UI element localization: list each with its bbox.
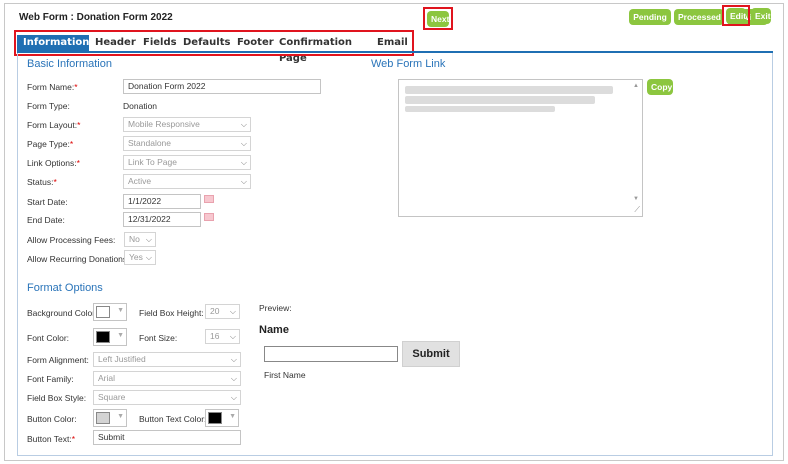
- chevron-down-icon: ⌵: [145, 253, 152, 262]
- chevron-down-icon: ⌵: [240, 158, 247, 167]
- font-color-picker[interactable]: ▼: [93, 328, 127, 346]
- copy-button[interactable]: Copy: [647, 79, 673, 95]
- web-form-editor: Web Form : Donation Form 2022 Next Pendi…: [4, 3, 784, 461]
- button-text-color-label: Button Text Color:: [139, 414, 207, 424]
- caret-down-icon: ▼: [229, 413, 236, 420]
- background-color-picker[interactable]: ▼: [93, 303, 127, 321]
- preview-name-input[interactable]: [264, 346, 398, 362]
- title-bar: Web Form : Donation Form 2022 Next Pendi…: [5, 4, 783, 30]
- chevron-down-icon: ⌵: [229, 307, 236, 316]
- button-text-color-picker[interactable]: ▼: [205, 409, 239, 427]
- pending-button[interactable]: Pending: [629, 9, 671, 25]
- button-color-picker[interactable]: ▼: [93, 409, 127, 427]
- page-title: Web Form : Donation Form 2022: [19, 12, 173, 23]
- web-form-link-textarea[interactable]: ▲ ▼ ⟋: [398, 79, 643, 217]
- processing-fees-label: Allow Processing Fees:: [27, 235, 116, 245]
- font-family-label: Font Family:: [27, 374, 74, 384]
- recurring-donations-select[interactable]: Yes ⌵: [124, 250, 156, 265]
- font-color-label: Font Color:: [27, 333, 70, 343]
- processing-fees-select[interactable]: No ⌵: [124, 232, 156, 247]
- preview-label: Preview:: [259, 303, 292, 313]
- page-type-select[interactable]: Standalone ⌵: [123, 136, 251, 151]
- chevron-down-icon: ⌵: [229, 332, 236, 341]
- end-date-input[interactable]: 12/31/2022: [123, 212, 201, 227]
- edit-highlight: [722, 5, 750, 26]
- exit-button[interactable]: Exit: [751, 8, 771, 24]
- chevron-down-icon: ⌵: [240, 177, 247, 186]
- next-highlight: [423, 7, 453, 30]
- form-name-input[interactable]: Donation Form 2022: [123, 79, 321, 94]
- form-type-label: Form Type:: [27, 101, 70, 111]
- caret-down-icon: ▼: [117, 413, 124, 420]
- processed-button[interactable]: Processed: [674, 9, 724, 25]
- preview-submit-button[interactable]: Submit: [402, 341, 460, 367]
- web-form-link-heading: Web Form Link: [371, 58, 446, 70]
- background-color-swatch: [96, 306, 110, 318]
- resize-handle-icon[interactable]: ⟋: [634, 205, 640, 215]
- form-type-value: Donation: [123, 101, 158, 111]
- chevron-down-icon: ⌵: [145, 235, 152, 244]
- field-box-style-label: Field Box Style:: [27, 393, 87, 403]
- caret-down-icon: ▼: [117, 307, 124, 314]
- font-size-select[interactable]: 16 ⌵: [205, 329, 240, 344]
- chevron-down-icon: ⌵: [230, 393, 237, 402]
- form-alignment-label: Form Alignment:: [27, 355, 89, 365]
- field-box-height-select[interactable]: 20 ⌵: [205, 304, 240, 319]
- chevron-down-icon: ⌵: [240, 120, 247, 129]
- field-box-style-select[interactable]: Square ⌵: [93, 390, 241, 405]
- link-text-blurred: [405, 96, 595, 104]
- form-name-label: Form Name:*: [27, 82, 78, 92]
- start-date-input[interactable]: 1/1/2022: [123, 194, 201, 209]
- field-box-height-label: Field Box Height:: [139, 308, 204, 318]
- scroll-up-icon[interactable]: ▲: [633, 83, 639, 89]
- font-color-swatch: [96, 331, 110, 343]
- basic-information-heading: Basic Information: [27, 58, 112, 70]
- status-select[interactable]: Active ⌵: [123, 174, 251, 189]
- font-size-label: Font Size:: [139, 333, 178, 343]
- chevron-down-icon: ⌵: [240, 139, 247, 148]
- link-options-label: Link Options:*: [27, 158, 80, 168]
- chevron-down-icon: ⌵: [230, 355, 237, 364]
- chevron-down-icon: ⌵: [230, 374, 237, 383]
- link-text-blurred: [405, 86, 613, 94]
- link-options-select[interactable]: Link To Page ⌵: [123, 155, 251, 170]
- button-color-swatch: [96, 412, 110, 424]
- form-layout-label: Form Layout:*: [27, 120, 81, 130]
- calendar-icon[interactable]: [204, 195, 214, 203]
- status-label: Status:*: [27, 177, 57, 187]
- form-alignment-select[interactable]: Left Justified ⌵: [93, 352, 241, 367]
- format-options-heading: Format Options: [27, 282, 103, 294]
- background-color-label: Background Color:: [27, 308, 98, 318]
- button-text-color-swatch: [208, 412, 222, 424]
- end-date-label: End Date:: [27, 215, 65, 225]
- preview-first-name-caption: First Name: [264, 370, 306, 380]
- font-family-select[interactable]: Arial ⌵: [93, 371, 241, 386]
- start-date-label: Start Date:: [27, 197, 68, 207]
- calendar-icon[interactable]: [204, 213, 214, 221]
- button-text-input[interactable]: Submit: [93, 430, 241, 445]
- caret-down-icon: ▼: [117, 332, 124, 339]
- link-text-blurred: [405, 106, 555, 112]
- scroll-down-icon[interactable]: ▼: [633, 196, 639, 202]
- preview-name-heading: Name: [259, 324, 289, 336]
- button-color-label: Button Color:: [27, 414, 77, 424]
- form-layout-select[interactable]: Mobile Responsive ⌵: [123, 117, 251, 132]
- page-type-label: Page Type:*: [27, 139, 74, 149]
- recurring-donations-label: Allow Recurring Donations:: [27, 254, 130, 264]
- button-text-label: Button Text:*: [27, 434, 76, 444]
